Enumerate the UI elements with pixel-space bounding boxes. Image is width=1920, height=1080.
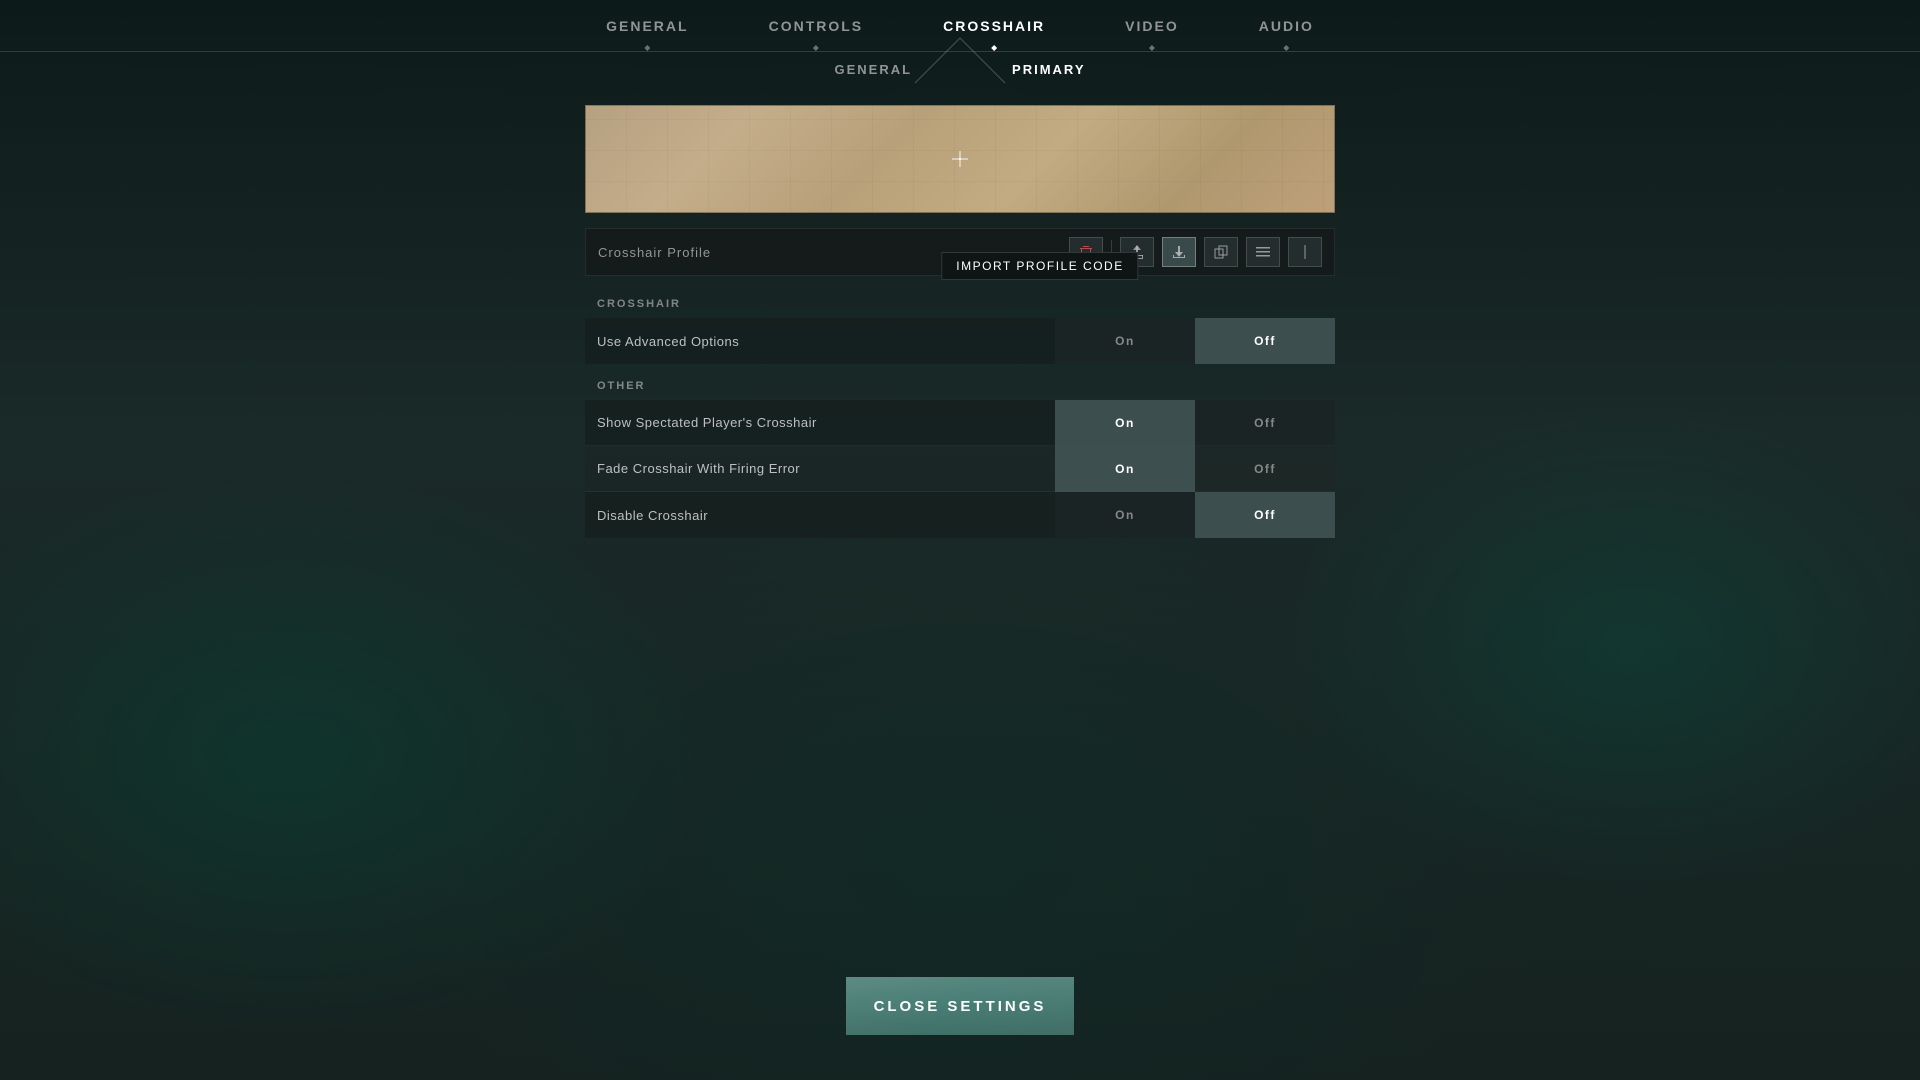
- disable-crosshair-on[interactable]: On: [1055, 492, 1195, 538]
- sub-tab-general[interactable]: GENERAL: [784, 52, 962, 87]
- show-spectated-on[interactable]: On: [1055, 400, 1195, 446]
- nav-item-crosshair[interactable]: CROSSHAIR: [903, 0, 1085, 51]
- advanced-options-row: Use Advanced Options On Off: [585, 318, 1335, 364]
- crosshair-center: [959, 158, 961, 160]
- fade-crosshair-off[interactable]: Off: [1195, 446, 1335, 492]
- advanced-options-label: Use Advanced Options: [585, 334, 1055, 349]
- menu-profile-button[interactable]: [1246, 237, 1280, 267]
- nav-dot: [991, 45, 997, 51]
- disable-crosshair-off[interactable]: Off: [1195, 492, 1335, 538]
- nav-dot: [1149, 45, 1155, 51]
- advanced-options-on[interactable]: On: [1055, 318, 1195, 364]
- disable-crosshair-toggle: On Off: [1055, 492, 1335, 538]
- fade-crosshair-row: Fade Crosshair With Firing Error On Off: [585, 446, 1335, 492]
- other-section-title: OTHER: [585, 364, 1335, 400]
- slider-profile-button[interactable]: [1288, 237, 1322, 267]
- nav-item-general[interactable]: GENERAL: [566, 0, 728, 51]
- settings-panel: CROSSHAIR Use Advanced Options On Off OT…: [585, 282, 1335, 538]
- sub-tabs: GENERAL PRIMARY: [784, 52, 1135, 87]
- crosshair-display: [952, 151, 968, 167]
- copy-profile-button[interactable]: [1204, 237, 1238, 267]
- nav-dot: [1283, 45, 1289, 51]
- crosshair-section-title: CROSSHAIR: [585, 282, 1335, 318]
- disable-crosshair-row: Disable Crosshair On Off: [585, 492, 1335, 538]
- other-section: OTHER Show Spectated Player's Crosshair …: [585, 364, 1335, 538]
- nav-item-controls[interactable]: CONTROLS: [729, 0, 904, 51]
- nav-bar: GENERAL CONTROLS CROSSHAIR VIDEO AUDIO: [0, 0, 1920, 52]
- nav-dot: [644, 45, 650, 51]
- show-spectated-off[interactable]: Off: [1195, 400, 1335, 446]
- show-spectated-row: Show Spectated Player's Crosshair On Off: [585, 400, 1335, 446]
- crosshair-section: CROSSHAIR Use Advanced Options On Off: [585, 282, 1335, 364]
- close-settings-button[interactable]: CLOSE SETTINGS: [846, 977, 1074, 1035]
- fade-crosshair-on[interactable]: On: [1055, 446, 1195, 492]
- nav-dot: [813, 45, 819, 51]
- fade-crosshair-toggle: On Off: [1055, 446, 1335, 492]
- nav-item-video[interactable]: VIDEO: [1085, 0, 1219, 51]
- fade-crosshair-label: Fade Crosshair With Firing Error: [585, 461, 1055, 476]
- import-profile-button[interactable]: [1162, 237, 1196, 267]
- import-tooltip: IMPORT PROFILE CODE: [941, 252, 1138, 280]
- advanced-options-toggle: On Off: [1055, 318, 1335, 364]
- nav-item-audio[interactable]: AUDIO: [1219, 0, 1354, 51]
- advanced-options-off[interactable]: Off: [1195, 318, 1335, 364]
- show-spectated-toggle: On Off: [1055, 400, 1335, 446]
- show-spectated-label: Show Spectated Player's Crosshair: [585, 415, 1055, 430]
- disable-crosshair-label: Disable Crosshair: [585, 508, 1055, 523]
- sub-tab-primary[interactable]: PRIMARY: [962, 52, 1135, 87]
- crosshair-preview: [585, 105, 1335, 213]
